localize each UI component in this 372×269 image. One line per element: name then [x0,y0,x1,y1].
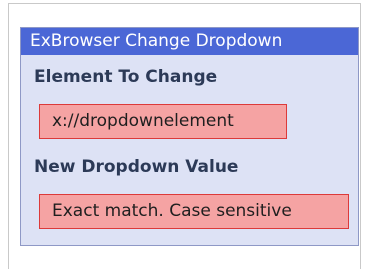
element-to-change-input[interactable]: x://dropdownelement [39,104,287,139]
element-to-change-label: Element To Change [34,67,218,87]
activity-title[interactable]: ExBrowser Change Dropdown [21,28,358,55]
exbrowser-change-dropdown-activity[interactable]: ExBrowser Change Dropdown Element To Cha… [20,27,359,246]
new-dropdown-value-label: New Dropdown Value [34,157,239,177]
new-dropdown-value-input[interactable]: Exact match. Case sensitive [39,194,349,229]
